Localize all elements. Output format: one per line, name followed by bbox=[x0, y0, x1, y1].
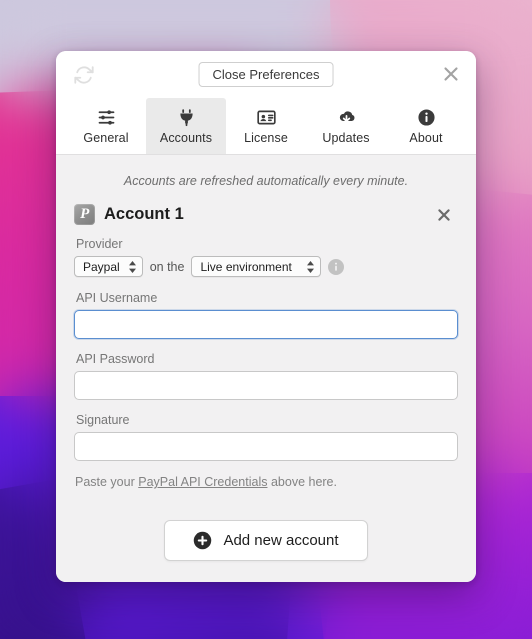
sliders-icon bbox=[96, 107, 117, 128]
api-password-label: API Password bbox=[76, 352, 155, 366]
info-circle-icon bbox=[416, 107, 437, 128]
tab-general[interactable]: General bbox=[66, 98, 146, 154]
account-title: Account 1 bbox=[104, 205, 184, 223]
paypal-logo-icon: P bbox=[74, 204, 95, 225]
on-the-label: on the bbox=[149, 259, 185, 274]
accounts-refresh-note: Accounts are refreshed automatically eve… bbox=[123, 174, 409, 188]
tab-updates[interactable]: Updates bbox=[306, 98, 386, 154]
plug-icon bbox=[176, 107, 197, 128]
info-icon[interactable] bbox=[328, 258, 345, 275]
stepper-arrows-icon bbox=[128, 260, 136, 273]
tab-updates-label: Updates bbox=[322, 131, 370, 145]
paste-credentials-note: Paste your PayPal API Credentials above … bbox=[75, 475, 458, 489]
add-new-account-button[interactable]: Add new account bbox=[164, 520, 368, 561]
tab-license[interactable]: License bbox=[226, 98, 306, 154]
environment-select[interactable]: Live environment bbox=[191, 256, 322, 277]
api-password-input[interactable] bbox=[74, 371, 458, 400]
accounts-pane: Accounts are refreshed automatically eve… bbox=[56, 155, 476, 582]
plus-circle-icon bbox=[194, 531, 212, 550]
provider-row: Paypal on the Live environment bbox=[74, 256, 458, 277]
tab-accounts[interactable]: Accounts bbox=[146, 98, 226, 154]
provider-select-value: Paypal bbox=[83, 259, 120, 274]
tab-about-label: About bbox=[409, 131, 443, 145]
window-header: Close Preferences bbox=[56, 51, 476, 98]
paste-note-suffix: above here. bbox=[267, 475, 337, 489]
account-header: P Account 1 bbox=[74, 204, 458, 225]
add-account-row: Add new account bbox=[74, 520, 458, 561]
provider-label: Provider bbox=[76, 237, 123, 251]
api-username-input[interactable] bbox=[74, 310, 458, 339]
cloud-download-icon bbox=[336, 107, 357, 128]
close-preferences-button[interactable]: Close Preferences bbox=[198, 62, 334, 87]
preferences-tab-bar: General Accounts License Updates About bbox=[56, 98, 476, 155]
stepper-arrows-icon bbox=[307, 260, 315, 273]
tab-about[interactable]: About bbox=[386, 98, 466, 154]
id-card-icon bbox=[256, 107, 277, 128]
add-new-account-label: Add new account bbox=[223, 532, 339, 549]
paypal-api-credentials-link[interactable]: PayPal API Credentials bbox=[138, 475, 267, 489]
preferences-window: Close Preferences General Accounts Licen… bbox=[56, 51, 476, 582]
window-close-icon[interactable] bbox=[440, 63, 462, 85]
signature-input[interactable] bbox=[74, 432, 458, 461]
api-username-label: API Username bbox=[76, 291, 158, 305]
environment-select-value: Live environment bbox=[200, 259, 292, 274]
provider-select[interactable]: Paypal bbox=[74, 256, 143, 277]
refresh-icon[interactable] bbox=[73, 64, 95, 86]
remove-account-icon[interactable] bbox=[434, 205, 454, 225]
paste-note-prefix: Paste your bbox=[75, 475, 139, 489]
signature-label: Signature bbox=[76, 413, 130, 427]
tab-general-label: General bbox=[83, 131, 129, 145]
tab-accounts-label: Accounts bbox=[159, 131, 213, 145]
tab-license-label: License bbox=[244, 131, 288, 145]
